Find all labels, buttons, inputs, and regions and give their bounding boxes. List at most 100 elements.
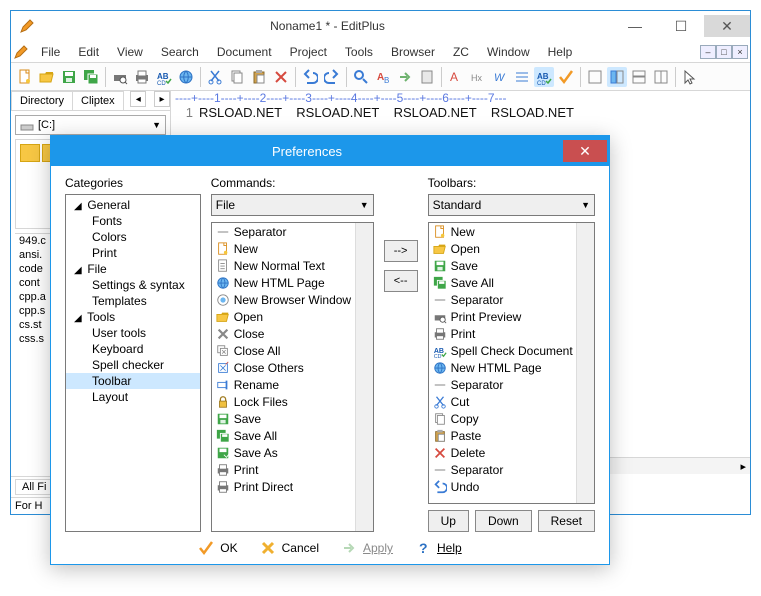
tree-item[interactable]: User tools (66, 325, 200, 341)
tree-group[interactable]: ◢ General (66, 197, 200, 213)
tb-save-icon[interactable] (59, 67, 79, 87)
side-tab-right[interactable]: ▸ (154, 91, 170, 107)
tb-book-icon[interactable] (417, 67, 437, 87)
list-item[interactable]: Separator (429, 291, 594, 308)
tb-delete-icon[interactable] (271, 67, 291, 87)
mdi-close[interactable]: × (732, 45, 748, 59)
menu-edit[interactable]: Edit (70, 43, 107, 61)
menu-window[interactable]: Window (479, 43, 538, 61)
tree-group[interactable]: ◢ File (66, 261, 200, 277)
list-item[interactable]: Print (212, 461, 373, 478)
folder-icon[interactable] (20, 144, 40, 162)
minimize-button[interactable]: — (612, 15, 658, 37)
tb-win3-icon[interactable] (629, 67, 649, 87)
list-item[interactable]: Close (212, 325, 373, 342)
list-item[interactable]: Print (429, 325, 594, 342)
scroll-right-icon[interactable]: ▸ (740, 460, 746, 473)
list-item[interactable]: Copy (429, 410, 594, 427)
list-item[interactable]: New HTML Page (212, 274, 373, 291)
tb-replace-icon[interactable]: AB (373, 67, 393, 87)
list-item[interactable]: Close Others (212, 359, 373, 376)
list-item[interactable]: Save (212, 410, 373, 427)
tb-cursor-icon[interactable] (680, 67, 700, 87)
tree-item[interactable]: Spell checker (66, 357, 200, 373)
list-item[interactable]: Open (429, 240, 594, 257)
list-item[interactable]: Save (429, 257, 594, 274)
list-item[interactable]: Separator (429, 376, 594, 393)
list-item[interactable]: Paste (429, 427, 594, 444)
list-item[interactable]: Spell Check Document (429, 342, 594, 359)
list-item[interactable]: Lock Files (212, 393, 373, 410)
menu-project[interactable]: Project (282, 43, 335, 61)
tree-group[interactable]: ◢ Tools (66, 309, 200, 325)
mdi-min[interactable]: – (700, 45, 716, 59)
move-right-button[interactable]: --> (384, 240, 418, 262)
move-left-button[interactable]: <-- (384, 270, 418, 292)
menu-view[interactable]: View (109, 43, 151, 61)
menu-browser[interactable]: Browser (383, 43, 443, 61)
mdi-max[interactable]: □ (716, 45, 732, 59)
menu-file[interactable]: File (33, 43, 68, 61)
list-item[interactable]: New HTML Page (429, 359, 594, 376)
ok-button[interactable]: OK (198, 540, 237, 556)
commands-list[interactable]: SeparatorNewNew Normal TextNew HTML Page… (211, 222, 374, 532)
apply-button[interactable]: Apply (341, 540, 393, 556)
list-item[interactable]: Print Preview (429, 308, 594, 325)
list-item[interactable]: Print Direct (212, 478, 373, 495)
list-item[interactable]: Save All (429, 274, 594, 291)
tb-find-icon[interactable] (351, 67, 371, 87)
tb-check-icon[interactable] (556, 67, 576, 87)
list-item[interactable]: Save As (212, 444, 373, 461)
tb-saveall-icon[interactable] (81, 67, 101, 87)
menu-search[interactable]: Search (153, 43, 207, 61)
tb-print-icon[interactable] (132, 67, 152, 87)
list-item[interactable]: Separator (429, 461, 594, 478)
categories-tree[interactable]: ◢ GeneralFontsColorsPrint◢ FileSettings … (65, 194, 201, 532)
tb-html-icon[interactable] (176, 67, 196, 87)
tb-spell-icon[interactable] (154, 67, 174, 87)
commands-combo[interactable]: File ▼ (211, 194, 374, 216)
tb-paste-icon[interactable] (249, 67, 269, 87)
cancel-button[interactable]: Cancel (260, 540, 319, 556)
menu-document[interactable]: Document (209, 43, 280, 61)
down-button[interactable]: Down (475, 510, 532, 532)
tb-fontA-icon[interactable]: A (446, 67, 466, 87)
up-button[interactable]: Up (428, 510, 469, 532)
tree-item[interactable]: Layout (66, 389, 200, 405)
tree-item[interactable]: Print (66, 245, 200, 261)
dialog-close-button[interactable]: ✕ (563, 140, 607, 162)
code-text[interactable]: RSLOAD.NET RSLOAD.NET RSLOAD.NET RSLOAD.… (199, 105, 750, 120)
tb-win1-icon[interactable] (585, 67, 605, 87)
tb-lines-icon[interactable] (512, 67, 532, 87)
tb-printprev-icon[interactable] (110, 67, 130, 87)
list-item[interactable]: Close All (212, 342, 373, 359)
drive-combo[interactable]: [C:] ▼ (15, 115, 166, 135)
list-item[interactable]: New (212, 240, 373, 257)
maximize-button[interactable]: ☐ (658, 15, 704, 37)
list-item[interactable]: Undo (429, 478, 594, 495)
tb-hx-icon[interactable]: Hx (468, 67, 488, 87)
list-item[interactable]: Rename (212, 376, 373, 393)
toolbars-list[interactable]: NewOpenSaveSave AllSeparatorPrint Previe… (428, 222, 595, 504)
list-item[interactable]: Delete (429, 444, 594, 461)
tb-undo-icon[interactable] (300, 67, 320, 87)
tab-directory[interactable]: Directory (11, 91, 73, 110)
tree-item[interactable]: Keyboard (66, 341, 200, 357)
tree-item[interactable]: Toolbar (66, 373, 200, 389)
tb-copy-icon[interactable] (227, 67, 247, 87)
tb-cut-icon[interactable] (205, 67, 225, 87)
list-item[interactable]: Save All (212, 427, 373, 444)
tb-win2-icon[interactable] (607, 67, 627, 87)
menu-help[interactable]: Help (540, 43, 581, 61)
tb-redo-icon[interactable] (322, 67, 342, 87)
tree-item[interactable]: Colors (66, 229, 200, 245)
tree-item[interactable]: Fonts (66, 213, 200, 229)
tab-cliptext[interactable]: Cliptex (72, 91, 124, 110)
tb-new-icon[interactable] (15, 67, 35, 87)
menu-tools[interactable]: Tools (337, 43, 381, 61)
tree-item[interactable]: Templates (66, 293, 200, 309)
tb-goto-icon[interactable] (395, 67, 415, 87)
reset-button[interactable]: Reset (538, 510, 595, 532)
tb-abcd-icon[interactable] (534, 67, 554, 87)
list-item[interactable]: New Normal Text (212, 257, 373, 274)
